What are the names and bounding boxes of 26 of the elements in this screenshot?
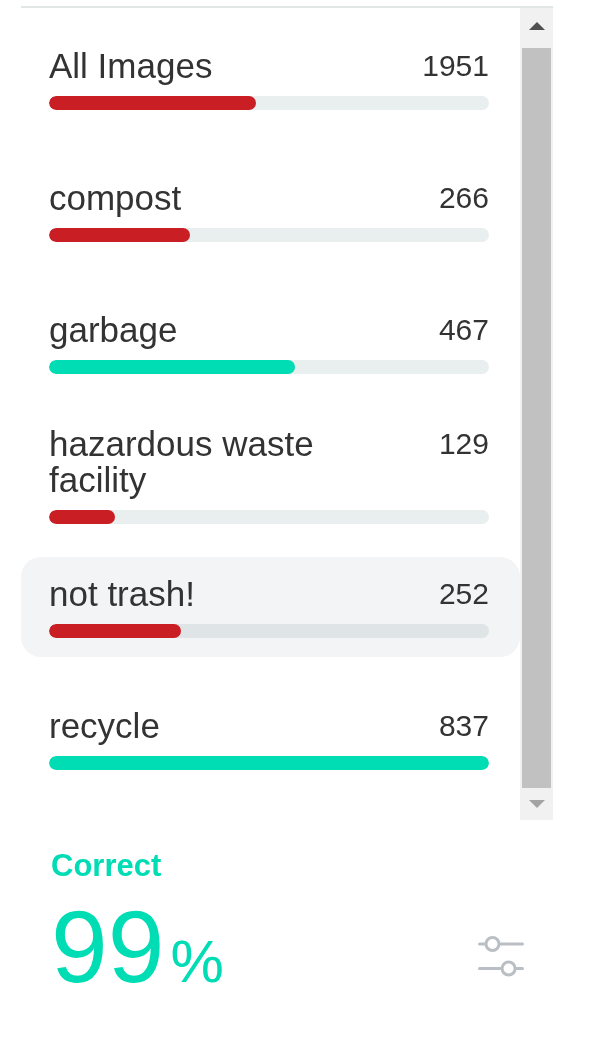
category-label: compost bbox=[49, 180, 182, 216]
category-item[interactable]: compost 266 bbox=[21, 161, 520, 261]
category-count: 1951 bbox=[422, 48, 489, 84]
scrollbar-thumb[interactable] bbox=[522, 48, 551, 788]
sliders-icon[interactable] bbox=[478, 936, 524, 977]
accuracy-value: 99 bbox=[51, 897, 165, 997]
category-label: All Images bbox=[49, 48, 213, 84]
category-label: hazardous waste facility bbox=[49, 426, 315, 498]
scroll-down-icon[interactable] bbox=[528, 800, 545, 808]
category-label: not trash! bbox=[49, 576, 195, 612]
category-count: 467 bbox=[438, 312, 489, 348]
category-count: 266 bbox=[438, 180, 489, 216]
category-item[interactable]: recycle 837 bbox=[21, 689, 520, 789]
scrollbar-track[interactable] bbox=[520, 8, 553, 820]
scroll-up-icon[interactable] bbox=[528, 22, 545, 30]
accuracy-label: Correct bbox=[51, 848, 162, 884]
accuracy-unit: % bbox=[170, 932, 224, 992]
category-label: garbage bbox=[49, 312, 178, 348]
category-item[interactable]: hazardous waste facility 129 bbox=[21, 425, 520, 525]
category-count: 252 bbox=[438, 576, 489, 612]
category-item[interactable]: All Images 1951 bbox=[21, 29, 520, 129]
category-item[interactable]: not trash! 252 bbox=[21, 557, 520, 657]
category-label: recycle bbox=[49, 708, 160, 744]
category-count: 129 bbox=[438, 426, 489, 462]
category-count: 837 bbox=[438, 708, 489, 744]
category-item[interactable]: garbage 467 bbox=[21, 293, 520, 393]
